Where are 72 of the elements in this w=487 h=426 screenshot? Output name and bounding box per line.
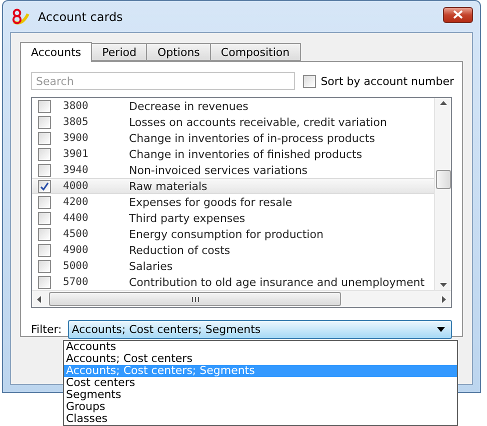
account-number: 3900 bbox=[63, 132, 90, 144]
account-number: 3901 bbox=[63, 148, 90, 160]
account-row[interactable]: 5000 Salaries bbox=[32, 258, 434, 274]
account-number: 4000 bbox=[63, 180, 90, 192]
account-row[interactable]: 4400 Third party expenses bbox=[32, 210, 434, 226]
checkbox[interactable] bbox=[38, 244, 51, 256]
account-name: Decrease in revenues bbox=[129, 100, 248, 112]
account-number: 4900 bbox=[63, 244, 90, 256]
tab[interactable]: Composition bbox=[210, 43, 301, 61]
account-name: Change in inventories of finished products bbox=[129, 148, 362, 160]
search-field[interactable]: Search bbox=[31, 72, 295, 90]
close-icon bbox=[453, 10, 463, 19]
account-name: Non-invoiced services variations bbox=[129, 164, 308, 176]
checkbox[interactable] bbox=[38, 276, 51, 288]
account-number: 5700 bbox=[63, 276, 90, 288]
account-name: Salaries bbox=[129, 260, 173, 272]
account-name: Losses on accounts receivable, credit variation bbox=[129, 116, 387, 128]
checkbox[interactable] bbox=[38, 196, 51, 208]
filter-dropdown[interactable]: Accounts; Cost centers; Segments bbox=[68, 320, 452, 339]
filter-label: Filter: bbox=[31, 323, 62, 336]
account-number: 4200 bbox=[63, 196, 90, 208]
checkbox[interactable] bbox=[38, 180, 51, 192]
scroll-down-icon bbox=[440, 283, 446, 287]
vertical-scrollbar[interactable] bbox=[434, 98, 451, 290]
account-number: 5000 bbox=[63, 260, 90, 272]
scroll-left-icon bbox=[37, 296, 41, 302]
account-name: Contribution to old age insurance and unemployment bbox=[129, 276, 425, 288]
account-row[interactable]: 3805 Losses on accounts receivable, credit variation bbox=[32, 114, 434, 130]
account-row[interactable]: 3800 Decrease in revenues bbox=[32, 98, 434, 114]
tab[interactable]: Options bbox=[146, 43, 211, 61]
account-row[interactable]: 3901 Change in inventories of finished products bbox=[32, 146, 434, 162]
account-number: 4500 bbox=[63, 228, 90, 240]
account-name: Expenses for goods for resale bbox=[129, 196, 292, 208]
tab[interactable]: Period bbox=[91, 43, 148, 61]
check-icon bbox=[40, 182, 49, 190]
account-number: 3800 bbox=[63, 100, 90, 112]
scroll-up-icon bbox=[440, 101, 446, 105]
app-logo-icon bbox=[10, 8, 32, 26]
checkbox-label[interactable]: Sort by account number bbox=[320, 74, 454, 88]
scroll-thumb[interactable] bbox=[49, 292, 341, 306]
window-title: Account cards bbox=[38, 10, 124, 24]
account-row[interactable]: 4900 Reduction of costs bbox=[32, 242, 434, 258]
checkbox[interactable] bbox=[38, 212, 51, 224]
tab[interactable]: Accounts bbox=[20, 42, 92, 62]
scroll-right-icon bbox=[442, 296, 446, 302]
account-name: Third party expenses bbox=[129, 212, 246, 224]
account-name: Energy consumption for production bbox=[129, 228, 324, 240]
account-name: Reduction of costs bbox=[129, 244, 230, 256]
account-name: Raw materials bbox=[129, 180, 208, 192]
checkbox[interactable] bbox=[38, 100, 51, 112]
account-row[interactable]: 4200 Expenses for goods for resale bbox=[32, 194, 434, 210]
account-number: 4400 bbox=[63, 212, 90, 224]
account-row[interactable]: 4500 Energy consumption for production bbox=[32, 226, 434, 242]
account-row[interactable]: 3900 Change in inventories of in-process products bbox=[32, 130, 434, 146]
account-row[interactable]: 5700 Contribution to old age insurance and unemployment bbox=[32, 274, 434, 290]
account-row[interactable]: 4000 Raw materials bbox=[32, 178, 434, 194]
horizontal-scrollbar[interactable] bbox=[32, 290, 451, 307]
close-button[interactable] bbox=[443, 6, 473, 22]
checkbox[interactable] bbox=[38, 260, 51, 272]
checkbox[interactable] bbox=[38, 164, 51, 176]
dropdown-arrow-icon bbox=[437, 327, 445, 332]
checkbox[interactable] bbox=[302, 74, 316, 88]
checkbox[interactable] bbox=[38, 228, 51, 240]
account-row[interactable]: 3940 Non-invoiced services variations bbox=[32, 162, 434, 178]
scroll-thumb[interactable] bbox=[436, 170, 450, 188]
account-number: 3805 bbox=[63, 116, 90, 128]
account-number: 3940 bbox=[63, 164, 90, 176]
checkbox[interactable] bbox=[38, 132, 51, 144]
checkbox[interactable] bbox=[38, 116, 51, 128]
account-name: Change in inventories of in-process products bbox=[129, 132, 375, 144]
checkbox[interactable] bbox=[38, 148, 51, 160]
grip-icon bbox=[192, 296, 198, 302]
